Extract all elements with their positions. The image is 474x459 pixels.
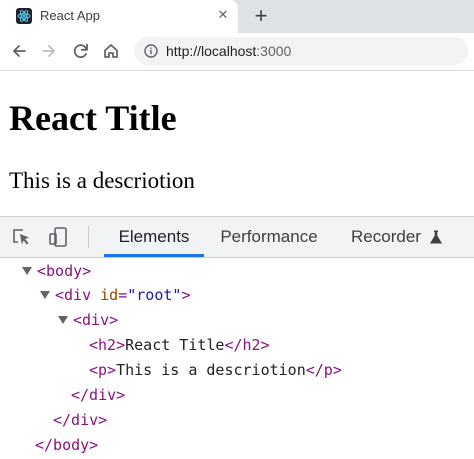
tree-node-div-close[interactable]: </div> [71, 383, 125, 407]
browser-tab[interactable]: React App ✕ [0, 0, 238, 33]
tab-title: React App [40, 8, 100, 23]
url-text: http://localhost:3000 [166, 43, 291, 59]
tag-body-open: <body> [37, 262, 92, 280]
tree-node-body[interactable]: <body> [22, 259, 91, 283]
tag-div-close: </div> [71, 386, 126, 404]
home-icon[interactable] [98, 38, 124, 64]
expand-triangle-icon[interactable] [58, 316, 68, 324]
tag-h2-close: </h2> [224, 336, 270, 354]
experiment-flask-icon [428, 229, 444, 245]
tab-performance[interactable]: Performance [212, 217, 326, 257]
tag-div-close: </div> [53, 411, 108, 429]
page-description: This is a descriotion [9, 168, 195, 193]
dom-tree: <body> <div id="root"> <div> <h2>React T… [0, 259, 474, 459]
tag-div-open: <div> [73, 311, 119, 329]
expand-triangle-icon[interactable] [22, 267, 32, 275]
device-toolbar-icon[interactable] [46, 225, 70, 249]
tag-div-open: <div [55, 286, 92, 304]
page-title: React Title [9, 98, 177, 138]
devtools-toolbar: Elements Performance Recorder [0, 217, 474, 258]
tree-node-div[interactable]: <div> [58, 308, 118, 332]
tag-p-open: <p> [89, 361, 117, 379]
new-tab-button[interactable]: + [249, 4, 273, 28]
tab-recorder[interactable]: Recorder [346, 217, 426, 257]
tree-node-div-root[interactable]: <div id="root"> [40, 283, 190, 307]
back-arrow-icon[interactable] [6, 38, 32, 64]
browser-toolbar: http://localhost:3000 [0, 33, 474, 71]
tag-body-close: </body> [35, 436, 99, 454]
tag-p-close: </p> [305, 361, 342, 379]
url-port: :3000 [256, 43, 292, 59]
reload-icon[interactable] [68, 38, 94, 64]
h2-text: React Title [125, 336, 225, 354]
address-bar[interactable]: http://localhost:3000 [134, 37, 468, 65]
tag-h2-open: <h2> [89, 336, 126, 354]
toolbar-divider [88, 226, 89, 248]
tab-strip: React App ✕ + [0, 0, 474, 33]
devtools-panel: Elements Performance Recorder <body> <di… [0, 216, 474, 458]
inspect-element-icon[interactable] [9, 225, 33, 249]
tree-node-p[interactable]: <p>This is a descriotion</p> [89, 358, 342, 382]
p-text: This is a descriotion [116, 361, 306, 379]
info-icon[interactable] [144, 44, 158, 58]
tab-elements[interactable]: Elements [104, 217, 204, 257]
tag-bracket: > [181, 286, 191, 304]
forward-arrow-icon[interactable] [36, 38, 62, 64]
attr-name: id [100, 286, 119, 304]
close-icon[interactable]: ✕ [215, 7, 231, 23]
tree-node-h2[interactable]: <h2>React Title</h2> [89, 333, 270, 357]
attr-value: "root" [127, 286, 182, 304]
tree-node-div-root-close[interactable]: </div> [53, 408, 107, 432]
expand-triangle-icon[interactable] [40, 291, 50, 299]
url-host: http://localhost [166, 43, 257, 59]
tree-node-body-close[interactable]: </body> [35, 433, 98, 457]
attr-eq: = [118, 286, 128, 304]
react-logo-icon [16, 8, 32, 24]
